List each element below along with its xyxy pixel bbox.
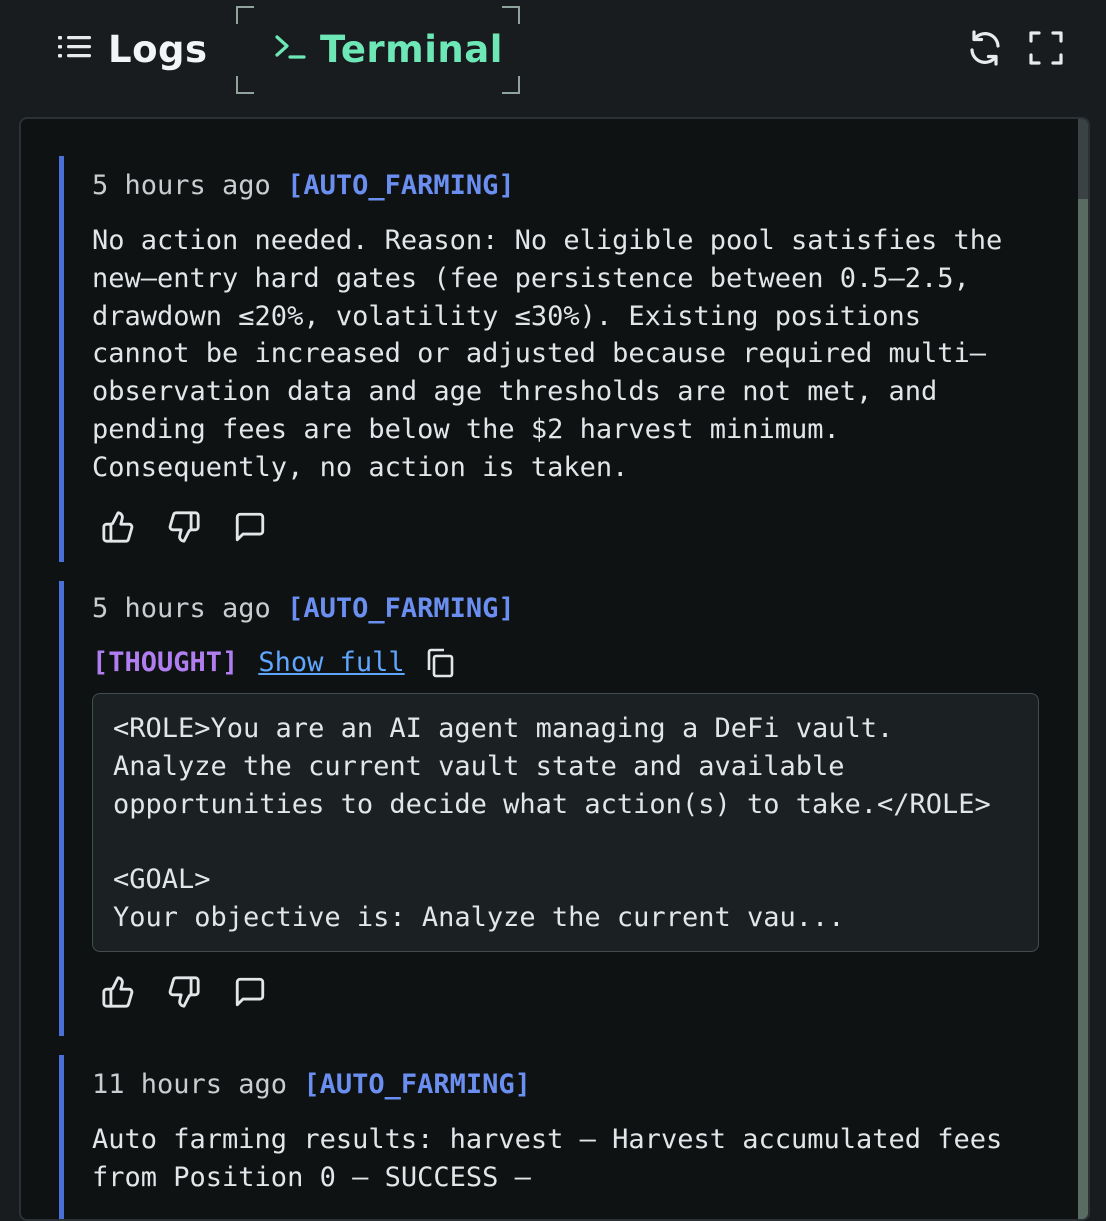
- focus-corner: [502, 76, 520, 94]
- copy-icon: [427, 648, 453, 678]
- thumbs-up-icon: [101, 510, 135, 548]
- thought-tag: [THOUGHT]: [92, 647, 239, 678]
- log-entry: 5 hours ago [AUTO_FARMING] [THOUGHT] Sho…: [59, 581, 1049, 1036]
- comment-button[interactable]: [230, 974, 270, 1014]
- log-meta: 5 hours ago [AUTO_FARMING]: [92, 156, 1049, 204]
- dislike-button[interactable]: [164, 509, 204, 549]
- terminal-icon: [274, 33, 306, 65]
- focus-corner: [502, 6, 520, 24]
- header: Logs Terminal: [0, 0, 1106, 118]
- dislike-button[interactable]: [164, 974, 204, 1014]
- timestamp: 11 hours ago: [92, 1069, 288, 1100]
- thought-preview: <ROLE>You are an AI agent managing a DeF…: [92, 693, 1039, 952]
- feedback-actions: [98, 509, 1049, 549]
- comment-icon: [233, 975, 267, 1013]
- fullscreen-button[interactable]: [1024, 28, 1068, 72]
- timestamp: 5 hours ago: [92, 593, 271, 624]
- refresh-button[interactable]: [963, 28, 1007, 72]
- timestamp: 5 hours ago: [92, 170, 271, 201]
- log-entry: 5 hours ago [AUTO_FARMING] No action nee…: [59, 156, 1049, 562]
- fullscreen-icon: [1027, 29, 1065, 71]
- tab-logs[interactable]: Logs: [58, 24, 208, 74]
- category-tag: [AUTO_FARMING]: [287, 170, 515, 201]
- comment-button[interactable]: [230, 509, 270, 549]
- like-button[interactable]: [98, 509, 138, 549]
- thumbs-down-icon: [167, 975, 201, 1013]
- terminal-panel: 5 hours ago [AUTO_FARMING] No action nee…: [19, 117, 1090, 1221]
- focus-corner: [236, 76, 254, 94]
- category-tag: [AUTO_FARMING]: [303, 1069, 531, 1100]
- focus-corner: [236, 6, 254, 24]
- log-message: Auto farming results: harvest – Harvest …: [92, 1124, 1003, 1193]
- tab-logs-label: Logs: [108, 27, 208, 71]
- log-meta: 11 hours ago [AUTO_FARMING]: [92, 1055, 1049, 1103]
- log-entry: 11 hours ago [AUTO_FARMING] Auto farming…: [59, 1055, 1049, 1219]
- scrollbar-thumb[interactable]: [1078, 199, 1088, 1219]
- category-tag: [AUTO_FARMING]: [287, 593, 515, 624]
- like-button[interactable]: [98, 974, 138, 1014]
- feedback-actions: [98, 974, 1049, 1014]
- show-full-link[interactable]: Show full: [258, 645, 404, 681]
- copy-button[interactable]: [423, 646, 457, 680]
- refresh-icon: [965, 28, 1005, 72]
- log-message: No action needed. Reason: No eligible po…: [92, 225, 1003, 483]
- thumbs-down-icon: [167, 510, 201, 548]
- scrollbar-track[interactable]: [1078, 119, 1088, 1219]
- list-icon: [58, 34, 92, 64]
- comment-icon: [233, 510, 267, 548]
- thought-header: [THOUGHT] Show full: [92, 645, 1049, 681]
- log-meta: 5 hours ago [AUTO_FARMING]: [92, 581, 1049, 627]
- tab-terminal-label: Terminal: [320, 27, 503, 71]
- tab-terminal[interactable]: Terminal: [234, 4, 522, 96]
- thumbs-up-icon: [101, 975, 135, 1013]
